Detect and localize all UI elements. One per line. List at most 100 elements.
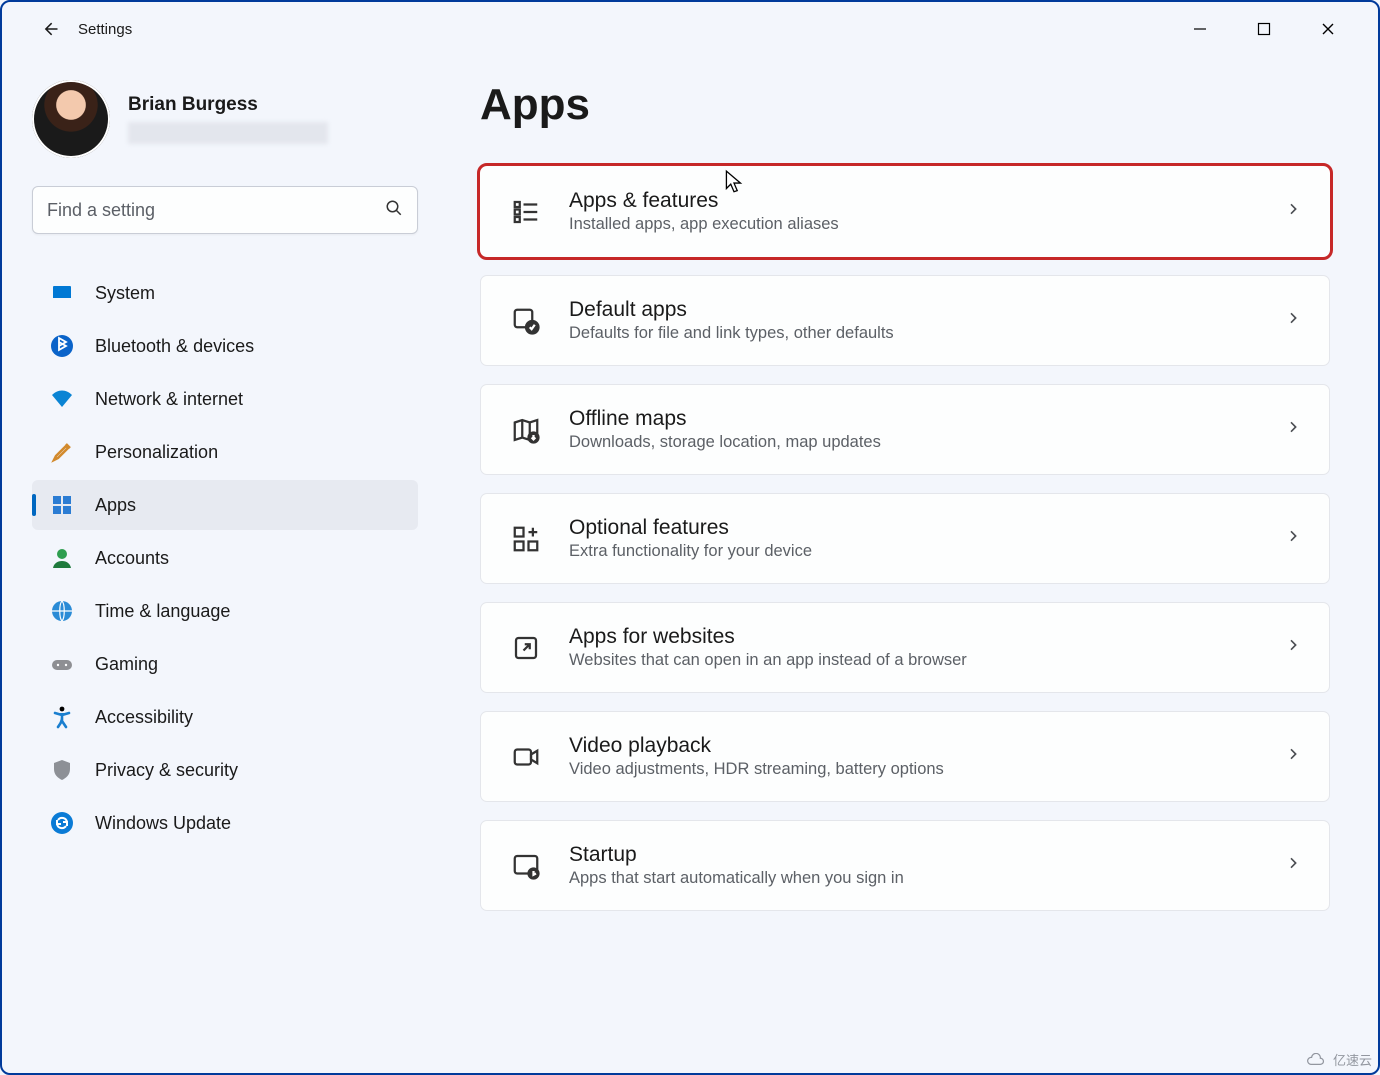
sidebar-item-accessibility[interactable]: Accessibility: [32, 692, 418, 742]
maximize-icon: [1257, 22, 1271, 36]
sidebar-item-label: Network & internet: [95, 389, 243, 410]
sidebar-item-label: Privacy & security: [95, 760, 238, 781]
card-title: Default apps: [569, 298, 1259, 322]
sidebar-item-system[interactable]: System: [32, 268, 418, 318]
card-subtitle: Extra functionality for your device: [569, 542, 1259, 561]
gamepad-icon: [50, 652, 74, 676]
chevron-right-icon: [1285, 746, 1301, 767]
watermark-text: 亿速云: [1333, 1050, 1372, 1069]
chevron-right-icon: [1285, 310, 1301, 331]
sidebar-item-label: Gaming: [95, 654, 158, 675]
card-offline-maps[interactable]: Offline maps Downloads, storage location…: [480, 384, 1330, 475]
search-box[interactable]: [32, 186, 418, 234]
search-icon: [385, 199, 403, 222]
card-video-playback[interactable]: Video playback Video adjustments, HDR st…: [480, 711, 1330, 802]
card-apps-for-websites[interactable]: Apps for websites Websites that can open…: [480, 602, 1330, 693]
video-icon: [509, 740, 543, 774]
chevron-right-icon: [1285, 419, 1301, 440]
card-subtitle: Downloads, storage location, map updates: [569, 433, 1259, 452]
avatar: [32, 80, 110, 158]
sidebar-item-label: Accounts: [95, 548, 169, 569]
wifi-icon: [50, 387, 74, 411]
watermark: 亿速云: [1305, 1050, 1372, 1069]
bluetooth-icon: [50, 334, 74, 358]
sidebar-item-gaming[interactable]: Gaming: [32, 639, 418, 689]
card-subtitle: Apps that start automatically when you s…: [569, 869, 1259, 888]
card-default-apps[interactable]: Default apps Defaults for file and link …: [480, 275, 1330, 366]
chevron-right-icon: [1285, 201, 1301, 222]
card-title: Video playback: [569, 734, 1259, 758]
profile-block[interactable]: Brian Burgess: [32, 80, 418, 158]
main-panel: Apps Apps & features Installed apps, app…: [432, 56, 1378, 1073]
minimize-button[interactable]: [1188, 17, 1212, 41]
chevron-right-icon: [1285, 855, 1301, 876]
sidebar-item-privacy[interactable]: Privacy & security: [32, 745, 418, 795]
minimize-icon: [1193, 22, 1207, 36]
sidebar-item-accounts[interactable]: Accounts: [32, 533, 418, 583]
profile-email-blurred: [128, 122, 328, 144]
card-body: Default apps Defaults for file and link …: [569, 298, 1259, 343]
close-button[interactable]: [1316, 17, 1340, 41]
sidebar-item-update[interactable]: Windows Update: [32, 798, 418, 848]
sidebar-item-label: Personalization: [95, 442, 218, 463]
cloud-icon: [1305, 1053, 1327, 1067]
page-title: Apps: [480, 80, 1330, 130]
card-startup[interactable]: Startup Apps that start automatically wh…: [480, 820, 1330, 911]
clock-globe-icon: [50, 599, 74, 623]
card-body: Video playback Video adjustments, HDR st…: [569, 734, 1259, 779]
chevron-right-icon: [1285, 637, 1301, 658]
sidebar-item-label: System: [95, 283, 155, 304]
apps-icon: [50, 493, 74, 517]
card-body: Offline maps Downloads, storage location…: [569, 407, 1259, 452]
window-controls: [1188, 17, 1368, 41]
card-body: Startup Apps that start automatically wh…: [569, 843, 1259, 888]
nav-list: System Bluetooth & devices Network & int…: [32, 268, 418, 848]
sidebar-item-label: Accessibility: [95, 707, 193, 728]
search-input[interactable]: [47, 200, 385, 221]
list-grid-icon: [509, 195, 543, 229]
card-subtitle: Defaults for file and link types, other …: [569, 324, 1259, 343]
maximize-button[interactable]: [1252, 17, 1276, 41]
open-external-icon: [509, 631, 543, 665]
card-subtitle: Video adjustments, HDR streaming, batter…: [569, 760, 1259, 779]
update-icon: [50, 811, 74, 835]
titlebar: Settings: [2, 2, 1378, 56]
shield-icon: [50, 758, 74, 782]
card-title: Offline maps: [569, 407, 1259, 431]
sidebar-item-network[interactable]: Network & internet: [32, 374, 418, 424]
card-title: Apps & features: [569, 189, 1259, 213]
sidebar-item-label: Bluetooth & devices: [95, 336, 254, 357]
default-check-icon: [509, 304, 543, 338]
sidebar-item-label: Apps: [95, 495, 136, 516]
window-title: Settings: [78, 21, 132, 38]
close-icon: [1321, 22, 1335, 36]
sidebar-item-personalization[interactable]: Personalization: [32, 427, 418, 477]
back-arrow-icon: [40, 19, 60, 39]
startup-icon: [509, 849, 543, 883]
sidebar-item-label: Time & language: [95, 601, 230, 622]
sidebar-item-bluetooth[interactable]: Bluetooth & devices: [32, 321, 418, 371]
grid-plus-icon: [509, 522, 543, 556]
sidebar: Brian Burgess System Bluetooth & de: [2, 56, 432, 1073]
card-apps-features[interactable]: Apps & features Installed apps, app exec…: [480, 166, 1330, 257]
paintbrush-icon: [50, 440, 74, 464]
profile-name: Brian Burgess: [128, 94, 328, 116]
accessibility-icon: [50, 705, 74, 729]
sidebar-item-time[interactable]: Time & language: [32, 586, 418, 636]
card-title: Startup: [569, 843, 1259, 867]
card-body: Optional features Extra functionality fo…: [569, 516, 1259, 561]
card-subtitle: Installed apps, app execution aliases: [569, 215, 1259, 234]
chevron-right-icon: [1285, 528, 1301, 549]
card-body: Apps & features Installed apps, app exec…: [569, 189, 1259, 234]
card-subtitle: Websites that can open in an app instead…: [569, 651, 1259, 670]
card-title: Apps for websites: [569, 625, 1259, 649]
card-title: Optional features: [569, 516, 1259, 540]
sidebar-item-apps[interactable]: Apps: [32, 480, 418, 530]
map-download-icon: [509, 413, 543, 447]
person-icon: [50, 546, 74, 570]
monitor-icon: [50, 281, 74, 305]
card-body: Apps for websites Websites that can open…: [569, 625, 1259, 670]
card-optional-features[interactable]: Optional features Extra functionality fo…: [480, 493, 1330, 584]
back-button[interactable]: [30, 9, 70, 49]
profile-text: Brian Burgess: [128, 94, 328, 144]
